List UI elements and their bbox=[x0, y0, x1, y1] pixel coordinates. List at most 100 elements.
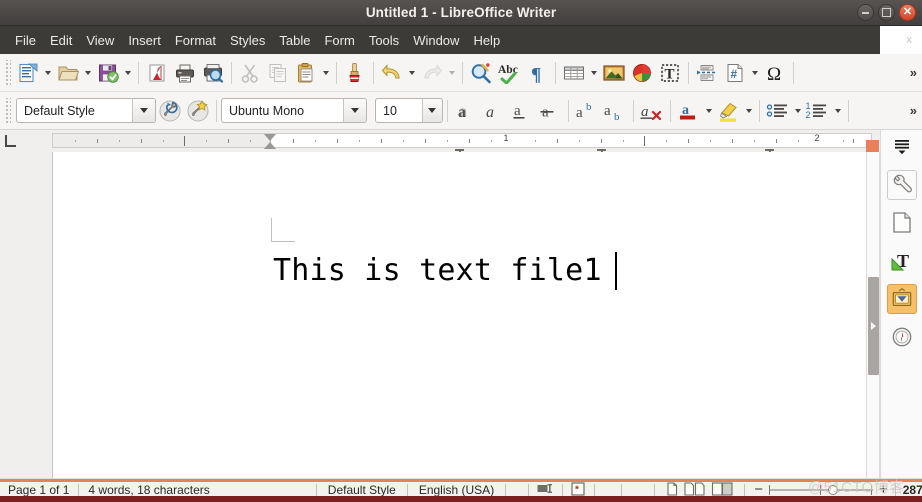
insert-page-break-button[interactable] bbox=[693, 58, 721, 88]
bold-button[interactable]: a a bbox=[452, 96, 480, 126]
paragraph-style-combobox[interactable]: Default Style bbox=[16, 98, 156, 123]
sidebar-settings-button[interactable] bbox=[892, 138, 912, 156]
print-button[interactable] bbox=[171, 58, 199, 88]
copy-button[interactable] bbox=[264, 58, 292, 88]
cut-button[interactable] bbox=[236, 58, 264, 88]
maximize-button[interactable] bbox=[878, 4, 895, 21]
open-button[interactable] bbox=[54, 58, 82, 88]
zoom-in-button[interactable]: + bbox=[879, 482, 888, 497]
font-color-dropdown[interactable] bbox=[703, 96, 715, 126]
print-preview-icon bbox=[204, 63, 224, 83]
ordered-list-button[interactable]: 1 2 bbox=[804, 96, 832, 126]
document-text[interactable]: This is text file1 bbox=[273, 253, 602, 289]
clear-formatting-button[interactable]: a bbox=[638, 96, 666, 126]
menu-tools[interactable]: Tools bbox=[362, 30, 406, 51]
insert-table-button[interactable] bbox=[560, 58, 588, 88]
paragraph-style-dropdown-button[interactable] bbox=[132, 99, 155, 122]
insert-image-button[interactable] bbox=[600, 58, 628, 88]
tab-stop-selector[interactable] bbox=[4, 135, 16, 147]
zoom-level[interactable]: 287% bbox=[903, 483, 922, 497]
font-size-dropdown-button[interactable] bbox=[421, 99, 442, 122]
menu-window[interactable]: Window bbox=[406, 30, 466, 51]
status-divider bbox=[505, 483, 507, 497]
menu-edit[interactable]: Edit bbox=[43, 30, 79, 51]
font-color-button[interactable]: a bbox=[675, 96, 703, 126]
unordered-list-button[interactable] bbox=[764, 96, 792, 126]
underline-button[interactable]: a bbox=[508, 96, 536, 126]
save-button[interactable] bbox=[94, 58, 122, 88]
menu-styles[interactable]: Styles bbox=[223, 30, 272, 51]
open-dropdown[interactable] bbox=[82, 58, 94, 88]
undo-dropdown[interactable] bbox=[406, 58, 418, 88]
toolbar-separator bbox=[633, 99, 634, 122]
find-and-replace-button[interactable] bbox=[467, 58, 495, 88]
insert-text-box-button[interactable]: T bbox=[656, 58, 684, 88]
document-page[interactable]: This is text file1 bbox=[52, 152, 866, 478]
export-pdf-button[interactable] bbox=[143, 58, 171, 88]
italic-button[interactable]: a bbox=[480, 96, 508, 126]
menu-view[interactable]: View bbox=[79, 30, 121, 51]
close-document-button[interactable]: x bbox=[907, 26, 913, 54]
save-dropdown[interactable] bbox=[122, 58, 134, 88]
formatting-toolbar: Default Style Ubuntu Mono 10 a a a a a b… bbox=[0, 92, 922, 130]
superscript-button[interactable]: a b bbox=[573, 96, 601, 126]
language[interactable]: English (USA) bbox=[419, 483, 494, 497]
indent-marker[interactable] bbox=[264, 134, 277, 149]
spelling-button[interactable]: Abc bbox=[495, 58, 523, 88]
toolbar-grip[interactable] bbox=[4, 59, 11, 86]
font-name-dropdown-button[interactable] bbox=[343, 99, 366, 122]
new-document-button[interactable] bbox=[14, 58, 42, 88]
formatting-toolbar-overflow-button[interactable]: » bbox=[904, 103, 922, 118]
update-style-button[interactable] bbox=[156, 96, 184, 126]
menu-table[interactable]: Table bbox=[272, 30, 317, 51]
zoom-slider-knob[interactable] bbox=[827, 485, 838, 495]
toolbar-separator bbox=[138, 61, 139, 84]
document-area[interactable]: This is text file1 bbox=[0, 152, 866, 478]
print-preview-button[interactable] bbox=[199, 58, 227, 88]
insert-chart-button[interactable] bbox=[628, 58, 656, 88]
font-size-combobox[interactable]: 10 bbox=[375, 98, 443, 123]
page-style[interactable]: Default Style bbox=[328, 483, 396, 497]
new-style-button[interactable] bbox=[184, 96, 212, 126]
new-document-dropdown[interactable] bbox=[42, 58, 54, 88]
clone-formatting-button[interactable] bbox=[341, 58, 369, 88]
page-icon bbox=[893, 212, 911, 233]
undo-button[interactable] bbox=[378, 58, 406, 88]
highlight-color-dropdown[interactable] bbox=[743, 96, 755, 126]
sidebar-properties-button[interactable] bbox=[887, 170, 917, 200]
insert-special-character-button[interactable]: Ω bbox=[761, 58, 789, 88]
close-button[interactable]: ✕ bbox=[899, 4, 916, 21]
standard-toolbar-overflow-button[interactable]: » bbox=[904, 65, 922, 80]
highlight-color-button[interactable] bbox=[715, 96, 743, 126]
redo-dropdown[interactable] bbox=[446, 58, 458, 88]
formatting-marks-button[interactable]: ¶ bbox=[523, 58, 551, 88]
insert-field-dropdown[interactable] bbox=[749, 58, 761, 88]
horizontal-ruler[interactable]: 1 2 bbox=[52, 133, 872, 149]
sidebar-styles-button[interactable]: T bbox=[887, 246, 917, 276]
subscript-button[interactable]: a b bbox=[601, 96, 629, 126]
paste-button[interactable] bbox=[292, 58, 320, 88]
menu-form[interactable]: Form bbox=[317, 30, 361, 51]
unordered-list-dropdown[interactable] bbox=[792, 96, 804, 126]
vertical-scrollbar-thumb[interactable] bbox=[868, 277, 879, 375]
toolbar-grip[interactable] bbox=[4, 97, 11, 124]
sidebar-gallery-button[interactable] bbox=[887, 284, 917, 314]
menu-insert[interactable]: Insert bbox=[121, 30, 168, 51]
sidebar-navigator-button[interactable] bbox=[887, 322, 917, 352]
strikethrough-button[interactable]: a bbox=[536, 96, 564, 126]
vertical-scrollbar[interactable] bbox=[866, 152, 880, 478]
paste-dropdown[interactable] bbox=[320, 58, 332, 88]
menu-file[interactable]: File bbox=[8, 30, 43, 51]
font-name-combobox[interactable]: Ubuntu Mono bbox=[221, 98, 367, 123]
zoom-slider[interactable] bbox=[768, 483, 873, 497]
zoom-out-button[interactable]: − bbox=[754, 482, 763, 497]
insert-field-button[interactable]: # bbox=[721, 58, 749, 88]
ordered-list-dropdown[interactable] bbox=[832, 96, 844, 126]
zoom-slider-notch bbox=[870, 485, 873, 495]
sidebar-page-button[interactable] bbox=[887, 208, 917, 238]
redo-button[interactable] bbox=[418, 58, 446, 88]
insert-table-dropdown[interactable] bbox=[588, 58, 600, 88]
menu-help[interactable]: Help bbox=[466, 30, 507, 51]
menu-format[interactable]: Format bbox=[168, 30, 223, 51]
minimize-button[interactable] bbox=[857, 4, 874, 21]
